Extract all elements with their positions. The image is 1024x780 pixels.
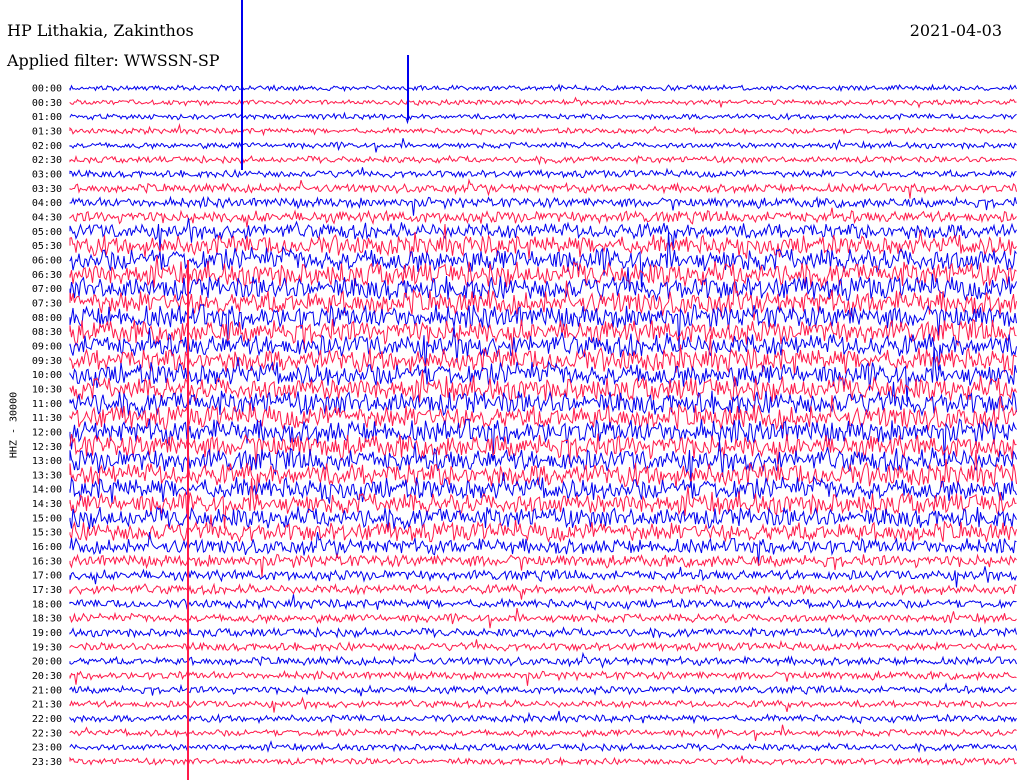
trace-2000 bbox=[69, 651, 1017, 669]
row-label-1100: 11:00 bbox=[32, 399, 62, 410]
row-label-0800: 08:00 bbox=[32, 313, 62, 324]
row-label-1500: 15:00 bbox=[32, 513, 62, 524]
row-label-0600: 06:00 bbox=[32, 255, 62, 266]
trace-2200 bbox=[69, 710, 1017, 725]
row-label-2330: 23:30 bbox=[32, 757, 62, 768]
trace-0030 bbox=[69, 96, 1017, 109]
row-label-1700: 17:00 bbox=[32, 571, 62, 582]
row-label-0830: 08:30 bbox=[32, 327, 62, 338]
trace-0700 bbox=[69, 267, 1017, 302]
row-label-1900: 19:00 bbox=[32, 628, 62, 639]
trace-2330 bbox=[69, 755, 1017, 767]
trace-1930 bbox=[69, 639, 1017, 653]
trace-1800 bbox=[69, 594, 1017, 611]
row-label-0200: 02:00 bbox=[32, 141, 62, 152]
row-label-0700: 07:00 bbox=[32, 284, 62, 295]
trace-0100 bbox=[69, 111, 1017, 125]
row-label-1930: 19:30 bbox=[32, 642, 62, 653]
row-label-1130: 11:30 bbox=[32, 413, 62, 424]
trace-2230 bbox=[69, 724, 1017, 741]
row-label-0430: 04:30 bbox=[32, 212, 62, 223]
row-label-0730: 07:30 bbox=[32, 298, 62, 309]
row-label-0300: 03:00 bbox=[32, 169, 62, 180]
trace-0530 bbox=[69, 223, 1017, 259]
row-label-2030: 20:30 bbox=[32, 671, 62, 682]
trace-1830 bbox=[69, 608, 1017, 629]
trace-0300 bbox=[69, 167, 1017, 179]
row-label-0230: 02:30 bbox=[32, 155, 62, 166]
row-label-2000: 20:00 bbox=[32, 657, 62, 668]
row-label-1330: 13:30 bbox=[32, 470, 62, 481]
trace-2100 bbox=[69, 682, 1017, 697]
trace-0600 bbox=[69, 232, 1017, 288]
row-label-1430: 14:30 bbox=[32, 499, 62, 510]
row-label-0400: 04:00 bbox=[32, 198, 62, 209]
row-label-1200: 12:00 bbox=[32, 427, 62, 438]
trace-1000 bbox=[69, 346, 1017, 402]
row-label-1830: 18:30 bbox=[32, 614, 62, 625]
row-label-1030: 10:30 bbox=[32, 384, 62, 395]
trace-2300 bbox=[69, 740, 1017, 754]
row-label-0500: 05:00 bbox=[32, 227, 62, 238]
row-label-2230: 22:30 bbox=[32, 728, 62, 739]
trace-1300 bbox=[69, 441, 1017, 488]
row-label-2130: 21:30 bbox=[32, 700, 62, 711]
trace-0400 bbox=[69, 195, 1017, 216]
trace-1530 bbox=[69, 514, 1017, 544]
trace-0130 bbox=[69, 123, 1017, 137]
row-label-0000: 00:00 bbox=[32, 84, 62, 95]
row-label-2100: 21:00 bbox=[32, 685, 62, 696]
row-label-1600: 16:00 bbox=[32, 542, 62, 553]
row-label-0900: 09:00 bbox=[32, 341, 62, 352]
row-label-1800: 18:00 bbox=[32, 599, 62, 610]
row-label-2200: 22:00 bbox=[32, 714, 62, 725]
row-label-0530: 05:30 bbox=[32, 241, 62, 252]
row-label-0030: 00:30 bbox=[32, 98, 62, 109]
trace-1700 bbox=[69, 566, 1017, 588]
trace-1730 bbox=[69, 582, 1017, 600]
row-label-0330: 03:30 bbox=[32, 184, 62, 195]
row-label-1730: 17:30 bbox=[32, 585, 62, 596]
row-label-1630: 16:30 bbox=[32, 556, 62, 567]
row-label-1400: 14:00 bbox=[32, 485, 62, 496]
helicorder-plot: 00:00 00:30 01:00 01:30 02:00 02:30 03:00 03:30… bbox=[32, 0, 1017, 780]
trace-0330 bbox=[69, 178, 1017, 199]
trace-0200 bbox=[69, 138, 1017, 153]
row-label-2300: 23:00 bbox=[32, 743, 62, 754]
trace-2130 bbox=[69, 696, 1017, 713]
trace-1900 bbox=[69, 626, 1017, 639]
trace-0230 bbox=[69, 154, 1017, 166]
row-label-1300: 13:00 bbox=[32, 456, 62, 467]
trace-2030 bbox=[69, 669, 1017, 686]
row-label-0930: 09:30 bbox=[32, 356, 62, 367]
row-label-0100: 01:00 bbox=[32, 112, 62, 123]
trace-0430 bbox=[69, 207, 1017, 228]
row-label-1000: 10:00 bbox=[32, 370, 62, 381]
trace-0000 bbox=[69, 83, 1017, 93]
row-label-0630: 06:30 bbox=[32, 270, 62, 281]
row-label-1530: 15:30 bbox=[32, 528, 62, 539]
row-label-1230: 12:30 bbox=[32, 442, 62, 453]
row-label-0130: 01:30 bbox=[32, 126, 62, 137]
